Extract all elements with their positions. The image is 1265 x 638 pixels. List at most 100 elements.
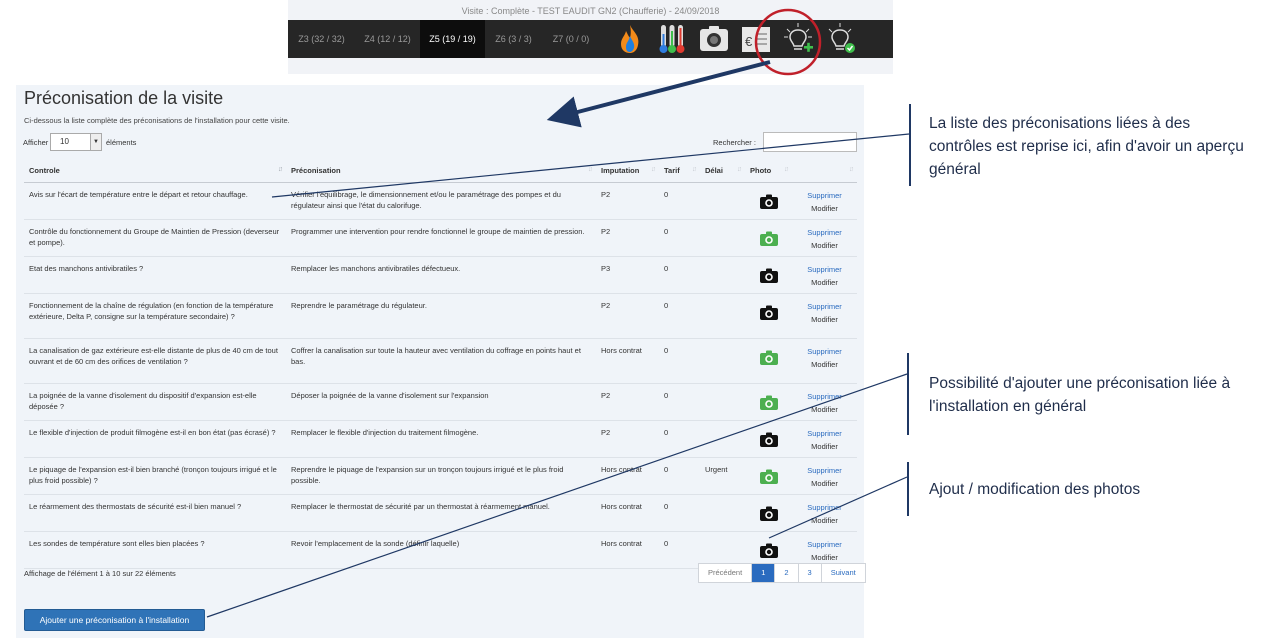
header-actions[interactable]: ↓↑ — [792, 160, 857, 183]
sort-icon: ↓↑ — [651, 166, 656, 173]
cell-delai — [700, 420, 745, 458]
cell-tarif: 0 — [659, 256, 700, 294]
cell-controle: Le flexible d'injection de produit filmo… — [24, 420, 286, 458]
cell-preconisation: Déposer la poignée de la vanne d'isoleme… — [286, 383, 596, 421]
cell-imputation: P2 — [596, 182, 659, 220]
zone-tab-z6[interactable]: Z6 (3 / 3) — [485, 20, 542, 58]
camera-icon[interactable] — [759, 194, 778, 211]
cell-imputation: Hors contrat — [596, 457, 659, 495]
delete-link[interactable]: Supprimer — [797, 464, 852, 477]
table-row: La poignée de la vanne d'isolement du di… — [24, 383, 857, 421]
table-header-row: Controle ↓↑ Préconisation ↓↑ Imputation ↓↑ … — [24, 160, 857, 183]
header-photo[interactable]: Photo ↓↑ — [745, 160, 792, 183]
header-imputation[interactable]: Imputation ↓↑ — [596, 160, 659, 183]
cell-photo — [745, 494, 792, 532]
cell-controle: Avis sur l'écart de température entre le… — [24, 182, 286, 220]
modify-link[interactable]: Modifier — [797, 403, 852, 416]
cell-controle: La poignée de la vanne d'isolement du di… — [24, 383, 286, 421]
cell-preconisation: Remplacer les manchons antivibratiles dé… — [286, 256, 596, 294]
cell-photo — [745, 338, 792, 384]
callout-bar — [909, 104, 911, 186]
table-row: Etat des manchons antivibratiles ? Rempla… — [24, 256, 857, 294]
modify-link[interactable]: Modifier — [797, 276, 852, 289]
delete-link[interactable]: Supprimer — [797, 345, 852, 358]
cell-imputation: P2 — [596, 420, 659, 458]
length-label-prefix: Afficher — [23, 138, 49, 147]
cell-controle: Etat des manchons antivibratiles ? — [24, 256, 286, 294]
cell-delai: Urgent — [700, 457, 745, 495]
add-recommendation-icon[interactable] — [782, 22, 814, 56]
camera-icon[interactable] — [759, 469, 778, 486]
cell-tarif: 0 — [659, 420, 700, 458]
zone-tab-z5[interactable]: Z5 (19 / 19) — [420, 20, 485, 58]
callout-text-photos: Ajout / modification des photos — [929, 481, 1141, 498]
header-controle[interactable]: Controle ↓↑ — [24, 160, 286, 183]
add-recommendation-button[interactable]: Ajouter une préconisation à l'installati… — [24, 609, 205, 631]
svg-text:€: € — [745, 34, 753, 49]
zone-tab-z7[interactable]: Z7 (0 / 0) — [542, 20, 600, 58]
modify-link[interactable]: Modifier — [797, 514, 852, 527]
delete-link[interactable]: Supprimer — [797, 226, 852, 239]
cell-controle: Fonctionnement de la chaîne de régulatio… — [24, 293, 286, 339]
modify-link[interactable]: Modifier — [797, 239, 852, 252]
delete-link[interactable]: Supprimer — [797, 300, 852, 313]
pagination-page-1[interactable]: 1 — [751, 564, 775, 582]
search-label: Rechercher : — [713, 138, 756, 147]
cell-tarif: 0 — [659, 383, 700, 421]
pagination-previous[interactable]: Précédent — [699, 564, 751, 582]
cell-controle: Le piquage de l'expansion est-il bien br… — [24, 457, 286, 495]
camera-icon[interactable] — [759, 305, 778, 322]
sort-icon: ↓↑ — [737, 166, 742, 173]
cell-controle: La canalisation de gaz extérieure est-el… — [24, 338, 286, 384]
table-row: Fonctionnement de la chaîne de régulatio… — [24, 293, 857, 339]
header-delai[interactable]: Délai ↓↑ — [700, 160, 745, 183]
camera-icon[interactable] — [759, 506, 778, 523]
delete-link[interactable]: Supprimer — [797, 427, 852, 440]
page-length-value: 10 — [60, 137, 69, 146]
header-preconisation[interactable]: Préconisation ↓↑ — [286, 160, 596, 183]
modify-link[interactable]: Modifier — [797, 313, 852, 326]
camera-icon[interactable] — [759, 432, 778, 449]
cell-delai — [700, 494, 745, 532]
pagination-page-2[interactable]: 2 — [774, 564, 797, 582]
modify-link[interactable]: Modifier — [797, 440, 852, 453]
cell-imputation: P2 — [596, 383, 659, 421]
modify-link[interactable]: Modifier — [797, 358, 852, 371]
modify-link[interactable]: Modifier — [797, 202, 852, 215]
flame-icon[interactable] — [614, 22, 646, 56]
cell-controle: Les sondes de température sont elles bie… — [24, 531, 286, 569]
delete-link[interactable]: Supprimer — [797, 390, 852, 403]
cell-preconisation: Reprendre le piquage de l'expansion sur … — [286, 457, 596, 495]
cell-photo — [745, 293, 792, 339]
camera-icon[interactable] — [759, 543, 778, 560]
sort-icon: ↓↑ — [588, 166, 593, 173]
header-tarif[interactable]: Tarif ↓↑ — [659, 160, 700, 183]
delete-link[interactable]: Supprimer — [797, 501, 852, 514]
cost-icon[interactable]: € — [740, 22, 772, 56]
validated-recommendation-icon[interactable] — [824, 22, 856, 56]
delete-link[interactable]: Supprimer — [797, 189, 852, 202]
pagination-next[interactable]: Suivant — [820, 564, 865, 582]
cell-imputation: P2 — [596, 219, 659, 257]
camera-icon[interactable] — [759, 231, 778, 248]
pagination-page-3[interactable]: 3 — [797, 564, 821, 582]
delete-link[interactable]: Supprimer — [797, 538, 852, 551]
modify-link[interactable]: Modifier — [797, 551, 852, 564]
modify-link[interactable]: Modifier — [797, 477, 852, 490]
thermometers-icon[interactable] — [656, 22, 688, 56]
search-input[interactable] — [763, 132, 857, 152]
cell-tarif: 0 — [659, 219, 700, 257]
cell-actions: Supprimer Modifier — [792, 256, 857, 294]
cell-preconisation: Programmer une intervention pour rendre … — [286, 219, 596, 257]
cell-delai — [700, 219, 745, 257]
delete-link[interactable]: Supprimer — [797, 263, 852, 276]
zone-tab-z3[interactable]: Z3 (32 / 32) — [288, 20, 355, 58]
camera-icon[interactable] — [698, 22, 730, 56]
cell-actions: Supprimer Modifier — [792, 494, 857, 532]
table-row: Le réarmement des thermostats de sécurit… — [24, 494, 857, 532]
camera-icon[interactable] — [759, 268, 778, 285]
camera-icon[interactable] — [759, 395, 778, 412]
camera-icon[interactable] — [759, 350, 778, 367]
page-length-select[interactable]: 10 ▼ — [50, 133, 102, 151]
zone-tab-z4[interactable]: Z4 (12 / 12) — [355, 20, 420, 58]
